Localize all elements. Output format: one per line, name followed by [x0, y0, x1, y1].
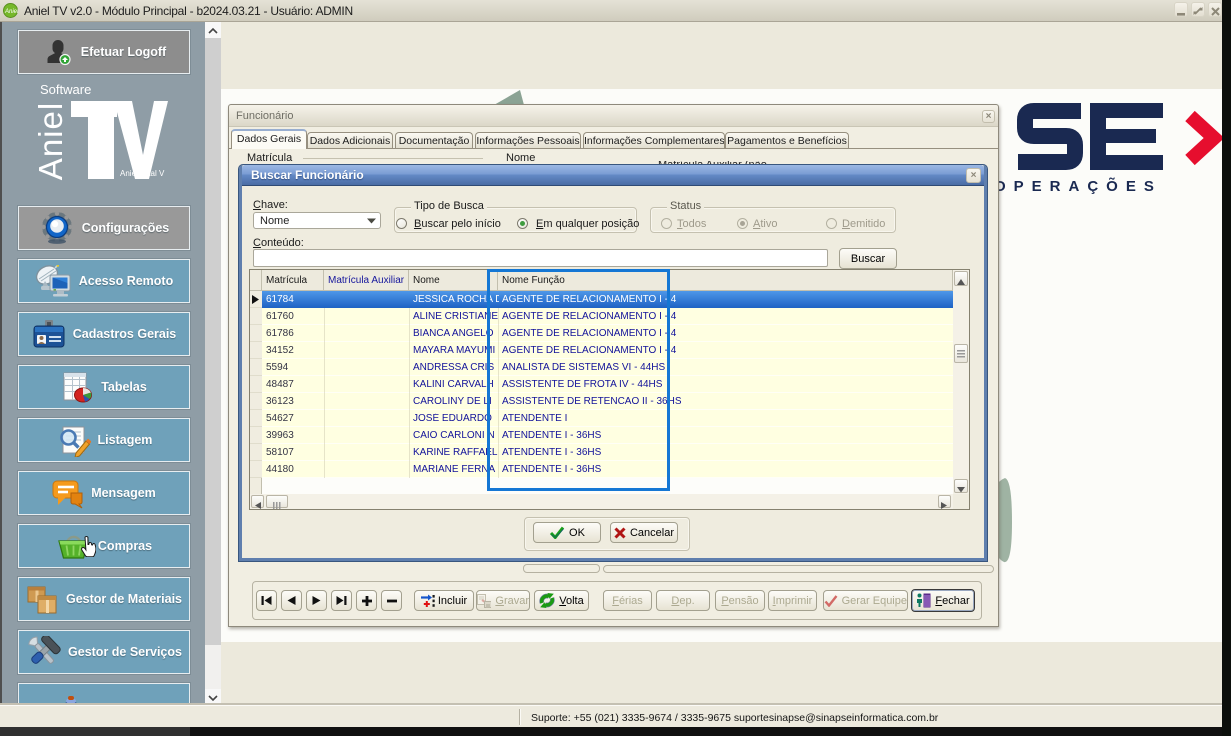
svg-text:OPERAÇÕES: OPERAÇÕES: [994, 177, 1162, 195]
svg-text:Aniel: Aniel: [4, 9, 18, 15]
